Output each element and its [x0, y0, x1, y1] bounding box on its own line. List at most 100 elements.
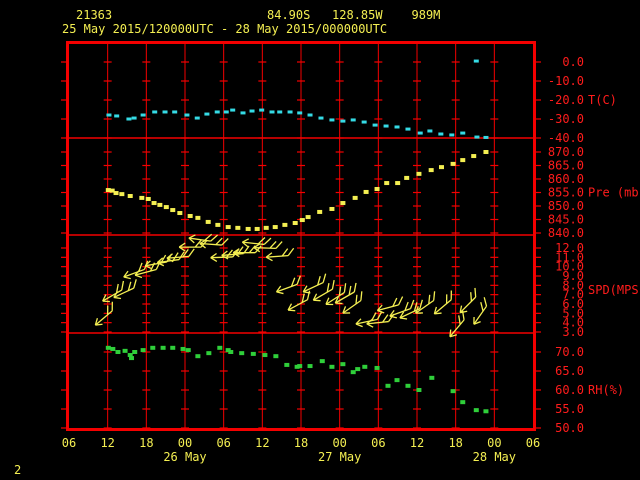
pressure-point	[352, 195, 358, 200]
humidity-point	[122, 348, 128, 353]
pressure-point	[299, 218, 305, 223]
pressure-point	[471, 154, 477, 159]
wind-barb-series	[94, 233, 488, 338]
barb-feather	[133, 279, 137, 289]
temperature-point	[438, 132, 444, 136]
humidity-point	[170, 345, 176, 350]
temperature-point	[162, 110, 168, 114]
temperature-point	[318, 116, 324, 120]
pressure-point	[215, 222, 221, 227]
pressure-point	[340, 201, 346, 206]
barb-feather	[221, 238, 229, 246]
meteogram-plot: 0.0 -10.0 -20.0 -30.0 -40.0 T(C) 870.0865.0860…	[61, 41, 640, 464]
temperature-point	[114, 114, 120, 118]
axis-tick-label: 840.0	[548, 226, 584, 240]
axis-tick-label: 855.0	[548, 186, 584, 200]
axis-tick-label: 3.0	[562, 325, 584, 339]
humidity-point	[160, 345, 166, 350]
wind-barb	[449, 310, 465, 338]
barb-feather	[281, 248, 289, 257]
temperature-point	[140, 113, 146, 117]
temperature-point	[350, 118, 356, 122]
temperature-point	[417, 131, 423, 135]
axis-tick-label: 870.0	[548, 145, 584, 159]
humidity-point	[374, 365, 380, 370]
pressure-point	[187, 213, 193, 218]
axis-tick-label: 65.0	[555, 364, 584, 378]
page-number: 2	[14, 463, 22, 477]
barb-feather	[188, 248, 195, 257]
barb-feather	[296, 275, 301, 285]
temperature-point	[269, 110, 275, 114]
pressure-point	[225, 225, 231, 230]
barb-feather	[445, 294, 448, 304]
hour-label: 12	[410, 436, 424, 450]
temperature-series	[106, 59, 489, 139]
temperature-point	[214, 110, 220, 114]
pressure-point	[139, 195, 145, 200]
humidity-point	[319, 359, 325, 364]
barb-feather	[483, 297, 488, 307]
hour-label: 18	[294, 436, 308, 450]
humidity-point	[394, 378, 400, 383]
humidity-axis-label: RH(%)	[588, 383, 624, 397]
temperature-point	[361, 120, 367, 124]
barb-staff	[266, 254, 289, 258]
temperature-point	[287, 110, 293, 114]
pressure-point	[374, 186, 380, 191]
pressure-point	[195, 215, 201, 220]
humidity-point	[460, 400, 466, 405]
temperature-point	[483, 135, 489, 139]
axis-tick-label: -30.0	[548, 112, 584, 126]
humidity-point	[429, 375, 435, 380]
axis-tick-label: 55.0	[555, 402, 584, 416]
temperature-point	[194, 116, 200, 120]
humidity-point	[239, 351, 245, 356]
pressure-point	[205, 219, 211, 224]
barb-feather	[474, 287, 477, 298]
barb-staff	[253, 246, 276, 250]
pressure-point	[292, 221, 298, 226]
axis-tick-label: 860.0	[548, 172, 584, 186]
pressure-point	[282, 222, 288, 227]
hour-label: 06	[526, 436, 540, 450]
wind_speed-axis-label: SPD(MPS)	[588, 283, 640, 297]
pressure-point	[305, 215, 311, 220]
wind-barb	[459, 287, 477, 314]
humidity-series	[105, 345, 489, 414]
temperature-point	[223, 110, 229, 114]
temperature-point	[307, 113, 313, 117]
pressure-point	[395, 181, 401, 186]
temperature-point	[405, 127, 411, 131]
humidity-point	[262, 353, 268, 358]
temperature-point	[340, 119, 346, 123]
temperature-point	[394, 125, 400, 129]
barb-feather	[433, 291, 436, 301]
barb-feather	[398, 296, 404, 306]
date-label: 27 May	[318, 450, 361, 464]
barb-feather	[121, 280, 125, 291]
barb-feather	[331, 280, 335, 290]
temperature-point	[474, 135, 480, 139]
wind-barb	[94, 301, 113, 326]
temperature-point	[184, 113, 190, 117]
humidity-point	[355, 367, 361, 372]
humidity-point	[180, 346, 186, 351]
barb-staff	[221, 252, 244, 257]
barb-feather	[326, 283, 330, 293]
barb-staff	[210, 256, 233, 259]
pressure-point	[404, 175, 410, 180]
temperature-point	[131, 116, 137, 120]
hour-label: 12	[100, 436, 114, 450]
axis-tick-label: 845.0	[548, 213, 584, 227]
humidity-point	[129, 356, 135, 361]
pressure-point	[384, 181, 390, 186]
temperature-point	[460, 131, 466, 135]
pressure-point	[145, 196, 151, 201]
wind-barb	[113, 279, 137, 300]
hour-label: 06	[371, 436, 385, 450]
barb-feather	[360, 291, 363, 301]
temperature-point	[297, 111, 303, 115]
time-axis-layer: 06 12 18 00 06 12 18 00 06 12 18 00 06 26 May 27 May 28…	[62, 436, 540, 464]
hour-label: 00	[487, 436, 501, 450]
